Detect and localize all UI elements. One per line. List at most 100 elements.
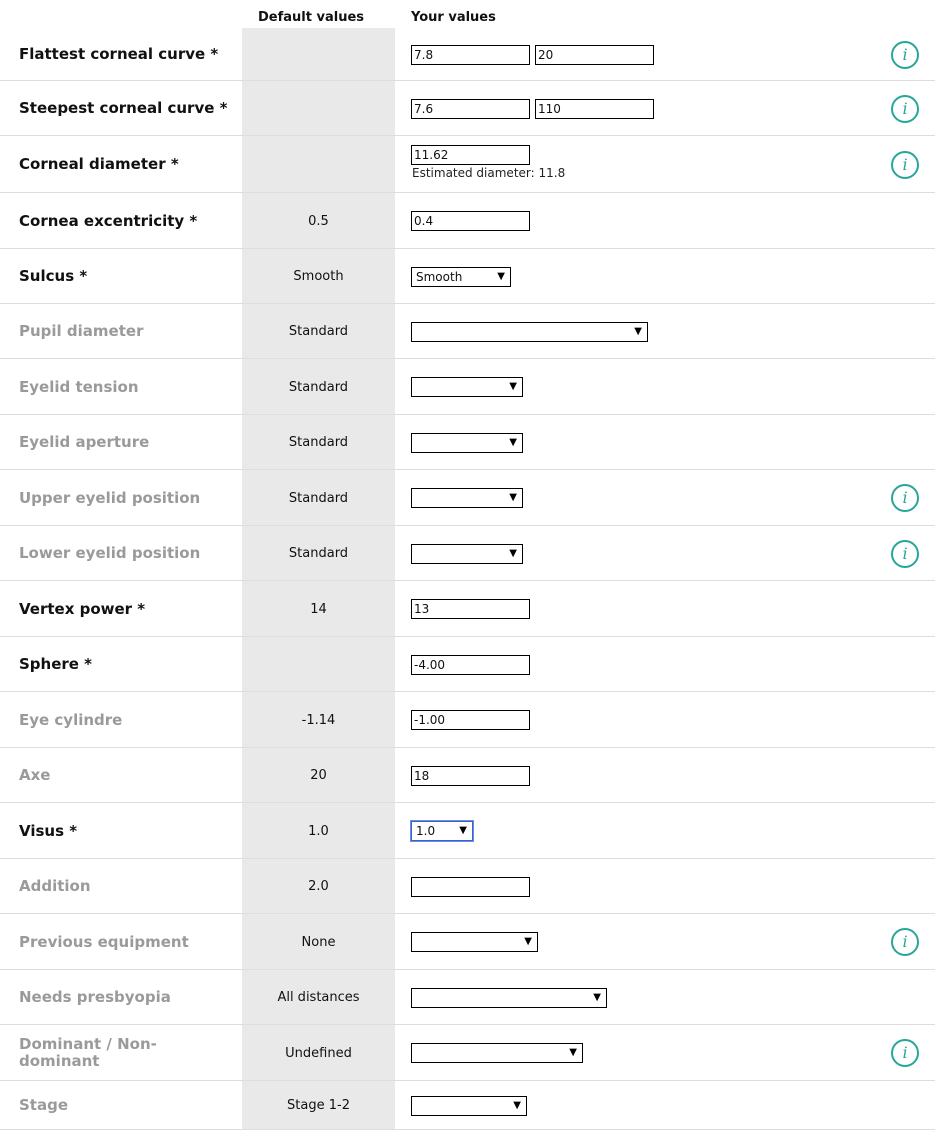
corneal-diameter-input[interactable]: 11.62 [411,145,530,165]
eyelid-tension-default-value: Standard [288,379,349,395]
lower-eyelid-position-select[interactable]: ▼ [411,544,523,564]
needs-presbyopia-default-value: All distances [277,990,360,1005]
steepest-corneal-curve-default-value [242,81,395,136]
sulcus-select-value: Smooth [416,270,463,284]
form-row-dominant-non-dominant: Dominant / Non-dominant Undefined ▼ i [0,1025,935,1081]
flattest-corneal-curve-default-value [242,28,395,81]
dropdown-arrow-icon: ▼ [524,936,532,947]
header-default-values: Default values [258,10,364,25]
eyelid-aperture-select[interactable]: ▼ [411,433,523,453]
pupil-diameter-default-value: Standard [288,324,349,339]
eyelid-aperture-label: Eyelid aperture [19,433,150,451]
dropdown-arrow-icon: ▼ [509,548,517,559]
info-icon[interactable]: i [891,928,919,956]
dropdown-arrow-icon: ▼ [509,492,517,503]
form-row-previous-equipment: Previous equipment None ▼ i [0,914,935,970]
dropdown-arrow-icon: ▼ [513,1100,521,1111]
axe-default-value: 20 [310,768,327,783]
axe-label: Axe [19,766,51,784]
form-row-needs-presbyopia: Needs presbyopia All distances ▼ [0,970,935,1025]
info-icon[interactable]: i [891,484,919,512]
eye-cylindre-default-value: -1.14 [301,712,336,728]
form-row-corneal-diameter: Corneal diameter * 11.62 Estimated diamete… [0,136,935,193]
eye-cylindre-input[interactable]: -1.00 [411,710,530,730]
corneal-diameter-default-value [242,136,395,193]
dominant-non-dominant-label: Dominant / Non-dominant [19,1035,157,1070]
stage-default-value: Stage 1-2 [287,1098,350,1113]
addition-input[interactable] [411,877,530,897]
dropdown-arrow-icon: ▼ [509,437,517,448]
visus-select-value: 1.0 [416,824,436,838]
addition-label: Addition [19,877,91,895]
sphere-default-value [242,637,395,692]
upper-eyelid-position-select[interactable]: ▼ [411,488,523,508]
info-icon[interactable]: i [891,1039,919,1067]
flattest-corneal-curve-radius-input[interactable]: 7.8 [411,45,530,65]
dropdown-arrow-icon: ▼ [497,271,505,282]
visus-label: Visus * [19,821,78,840]
dropdown-arrow-icon: ▼ [634,326,642,337]
steepest-corneal-curve-radius-input[interactable]: 7.6 [411,99,530,119]
visus-select[interactable]: 1.0 ▼ [411,821,473,841]
flattest-corneal-curve-axis-input[interactable]: 20 [535,45,654,65]
axe-input[interactable]: 18 [411,766,530,786]
visus-default-value: 1.0 [308,823,329,839]
needs-presbyopia-select[interactable]: ▼ [411,988,607,1008]
flattest-corneal-curve-label: Flattest corneal curve * [19,45,219,63]
upper-eyelid-position-label: Upper eyelid position [19,488,201,507]
form-row-addition: Addition 2.0 [0,859,935,914]
info-icon-glyph: i [902,1043,908,1062]
form-row-sphere: Sphere * -4.00 [0,637,935,692]
eyelid-tension-select[interactable]: ▼ [411,377,523,397]
form-row-pupil-diameter: Pupil diameter Standard ▼ [0,304,935,359]
info-icon-glyph: i [902,488,908,507]
dominant-non-dominant-select[interactable]: ▼ [411,1043,583,1063]
form-row-axe: Axe 20 18 [0,748,935,803]
dropdown-arrow-icon: ▼ [593,992,601,1003]
dominant-non-dominant-default-value: Undefined [285,1045,352,1061]
pupil-diameter-select[interactable]: ▼ [411,322,648,342]
form-row-vertex-power: Vertex power * 14 13 [0,581,935,637]
corneal-diameter-label: Corneal diameter * [19,155,179,173]
info-icon-glyph: i [902,45,908,64]
sulcus-label: Sulcus * [19,267,88,285]
pupil-diameter-label: Pupil diameter [19,322,144,340]
form-row-eyelid-tension: Eyelid tension Standard ▼ [0,359,935,415]
info-icon-glyph: i [902,544,908,563]
eye-cylindre-label: Eye cylindre [19,710,123,729]
info-icon[interactable]: i [891,95,919,123]
sphere-input[interactable]: -4.00 [411,655,530,675]
eyelid-aperture-default-value: Standard [288,435,349,450]
previous-equipment-default-value: None [301,934,336,950]
stage-select[interactable]: ▼ [411,1096,527,1116]
needs-presbyopia-label: Needs presbyopia [19,988,171,1006]
dropdown-arrow-icon: ▼ [459,825,467,836]
form-row-eye-cylindre: Eye cylindre -1.14 -1.00 [0,692,935,748]
vertex-power-default-value: 14 [310,601,327,617]
lower-eyelid-position-label: Lower eyelid position [19,544,201,562]
sulcus-select[interactable]: Smooth ▼ [411,267,511,287]
info-icon[interactable]: i [891,41,919,69]
form-row-visus: Visus * 1.0 1.0 ▼ [0,803,935,859]
form-row-flattest-corneal-curve: Flattest corneal curve * 7.8 20 i [0,28,935,81]
dropdown-arrow-icon: ▼ [509,381,517,392]
info-icon[interactable]: i [891,151,919,179]
form-row-cornea-excentricity: Cornea excentricity * 0.5 0.4 [0,193,935,249]
corneal-diameter-estimate-hint: Estimated diameter: 11.8 [412,166,566,180]
info-icon-glyph: i [902,932,908,951]
sulcus-default-value: Smooth [293,269,344,284]
form-row-lower-eyelid-position: Lower eyelid position Standard ▼ i [0,526,935,581]
lens-parameters-form: Default values Your values Flattest corn… [0,0,935,1130]
form-row-upper-eyelid-position: Upper eyelid position Standard ▼ i [0,470,935,526]
form-row-eyelid-aperture: Eyelid aperture Standard ▼ [0,415,935,470]
cornea-excentricity-label: Cornea excentricity * [19,211,198,230]
cornea-excentricity-input[interactable]: 0.4 [411,211,530,231]
vertex-power-label: Vertex power * [19,599,146,618]
info-icon[interactable]: i [891,540,919,568]
form-row-sulcus: Sulcus * Smooth Smooth ▼ [0,249,935,304]
upper-eyelid-position-default-value: Standard [288,490,349,506]
steepest-corneal-curve-label: Steepest corneal curve * [19,99,228,117]
steepest-corneal-curve-axis-input[interactable]: 110 [535,99,654,119]
previous-equipment-select[interactable]: ▼ [411,932,538,952]
vertex-power-input[interactable]: 13 [411,599,530,619]
